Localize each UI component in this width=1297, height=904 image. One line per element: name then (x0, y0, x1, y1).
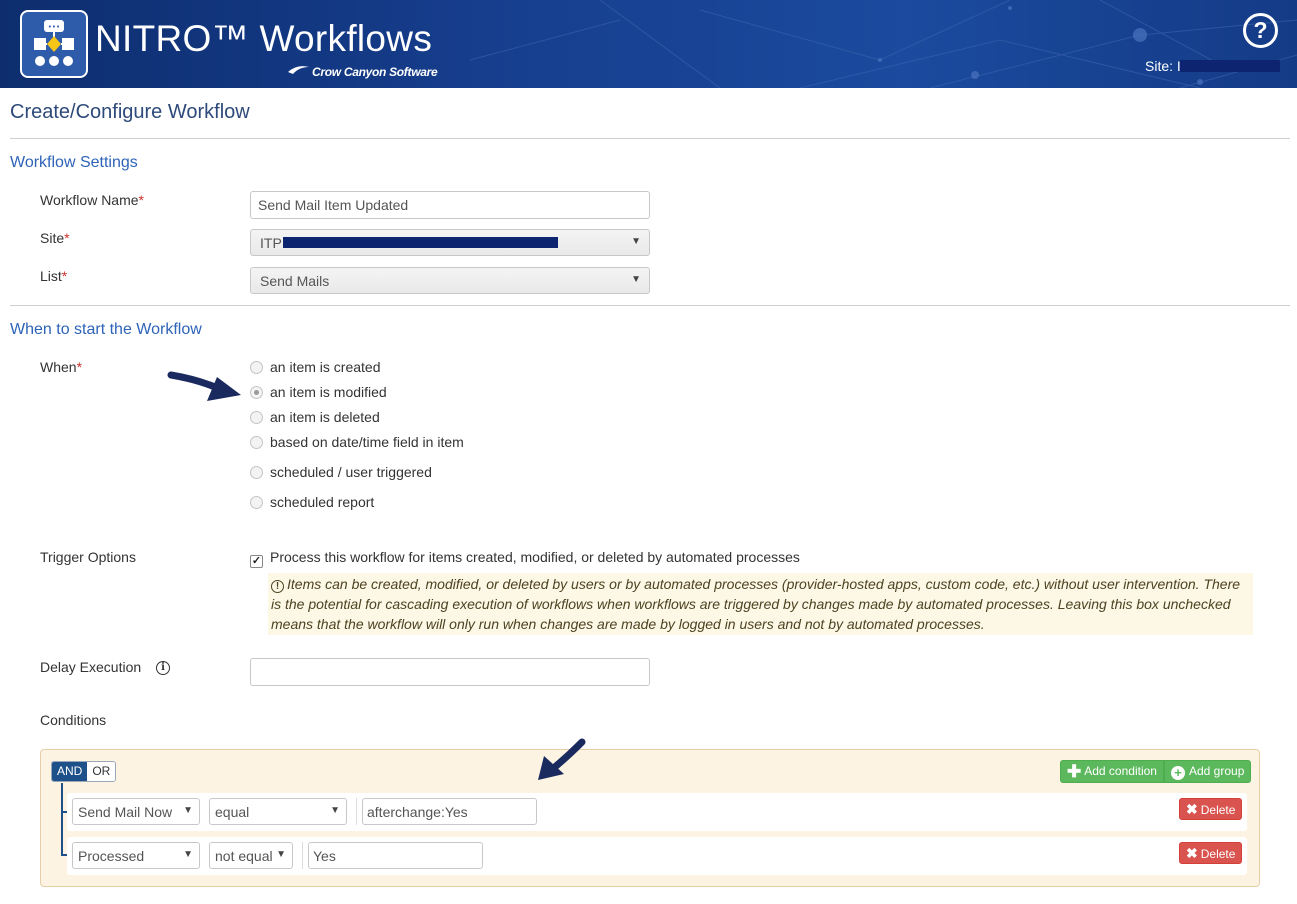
section-title-workflow-settings: Workflow Settings (10, 154, 138, 171)
app-title: NITRO™ Workflows (95, 18, 433, 59)
site-label: Site* (40, 230, 70, 246)
add-condition-button[interactable]: ✚ Add condition (1060, 760, 1164, 783)
divider (10, 305, 1290, 306)
brand-swoosh-icon (288, 66, 309, 74)
workflow-name-label: Workflow Name* (40, 192, 144, 208)
delay-execution-label: Delay Execution (40, 659, 142, 675)
arrow-annotation-icon (538, 738, 586, 780)
add-group-button[interactable]: + Add group (1164, 760, 1252, 783)
radio-item-created[interactable]: an item is created (250, 359, 381, 379)
condition-operator-select[interactable]: equal ▼ (209, 798, 347, 825)
condition-value-input[interactable] (308, 842, 483, 869)
radio-button[interactable] (250, 361, 263, 374)
redaction-bar (283, 237, 558, 248)
delete-condition-button[interactable]: ✖ Delete (1179, 798, 1243, 820)
divider (302, 842, 303, 869)
workflow-name-input[interactable] (250, 191, 650, 219)
and-toggle-button[interactable]: AND (52, 762, 88, 781)
caret-down-icon: ▼ (631, 274, 641, 285)
caret-down-icon: ▼ (276, 849, 286, 860)
conditions-panel: AND OR ✚ Add condition + Add group Send Ma… (40, 749, 1260, 887)
radio-scheduled-user-triggered[interactable]: scheduled / user triggered (250, 464, 432, 484)
delay-execution-input[interactable] (250, 658, 650, 686)
plus-icon: ✚ (1067, 762, 1082, 781)
x-icon: ✖ (1186, 845, 1198, 861)
warning-icon: ! (271, 580, 284, 593)
trigger-options-label: Trigger Options (40, 549, 136, 565)
caret-down-icon: ▼ (631, 236, 641, 247)
conditions-label: Conditions (40, 712, 107, 728)
caret-down-icon: ▼ (183, 849, 193, 860)
caret-down-icon: ▼ (330, 805, 340, 816)
radio-button-selected[interactable] (250, 386, 263, 399)
info-icon[interactable]: i (156, 661, 170, 675)
when-label: When* (40, 359, 83, 375)
radio-button[interactable] (250, 466, 263, 479)
condition-field-select[interactable]: Processed ▼ (72, 842, 200, 869)
site-indicator: Site: I (1145, 58, 1181, 74)
radio-item-modified[interactable]: an item is modified (250, 384, 387, 404)
condition-row: Processed▼ not equal▼ ✖Delete (67, 837, 1247, 875)
or-toggle-button[interactable]: OR (87, 762, 116, 781)
redaction-bar (1180, 60, 1280, 72)
condition-operator-select[interactable]: not equal ▼ (209, 842, 293, 869)
section-title-when-to-start: When to start the Workflow (10, 321, 202, 338)
list-select[interactable]: Send Mails ▼ (250, 267, 650, 294)
radio-button[interactable] (250, 436, 263, 449)
brand-name: Crow Canyon Software (312, 65, 438, 79)
page-title: Create/Configure Workflow (10, 101, 250, 123)
condition-value-input[interactable] (362, 798, 537, 825)
radio-scheduled-report[interactable]: scheduled report (250, 494, 374, 514)
divider (10, 138, 1290, 139)
radio-date-time-field[interactable]: based on date/time field in item (250, 434, 464, 454)
divider (356, 798, 357, 825)
caret-down-icon: ▼ (183, 805, 193, 816)
help-icon[interactable]: ? (1243, 13, 1278, 48)
condition-field-select[interactable]: Send Mail Now ▼ (72, 798, 200, 825)
app-header: ••• NITRO™ Workflows Crow Canyon Softwar… (0, 0, 1297, 88)
trigger-warning: ! Items can be created, modified, or dele… (268, 573, 1253, 635)
x-icon: ✖ (1186, 801, 1198, 817)
checkbox-checked[interactable]: ✓ (250, 555, 263, 568)
workflow-logo-icon: ••• (20, 10, 88, 78)
plus-circle-icon: + (1171, 766, 1185, 780)
arrow-annotation-icon (167, 371, 241, 401)
condition-row: Send Mail Now▼ equal▼ ✖Delete (67, 793, 1247, 831)
radio-button[interactable] (250, 411, 263, 424)
radio-button[interactable] (250, 496, 263, 509)
and-or-toggle[interactable]: AND OR (51, 761, 117, 782)
radio-item-deleted[interactable]: an item is deleted (250, 409, 380, 429)
list-label: List* (40, 268, 68, 284)
svg-text:•••: ••• (48, 23, 60, 31)
trigger-automated-checkbox-row[interactable]: ✓ Process this workflow for items created… (250, 549, 800, 568)
delete-condition-button[interactable]: ✖ Delete (1179, 842, 1243, 864)
